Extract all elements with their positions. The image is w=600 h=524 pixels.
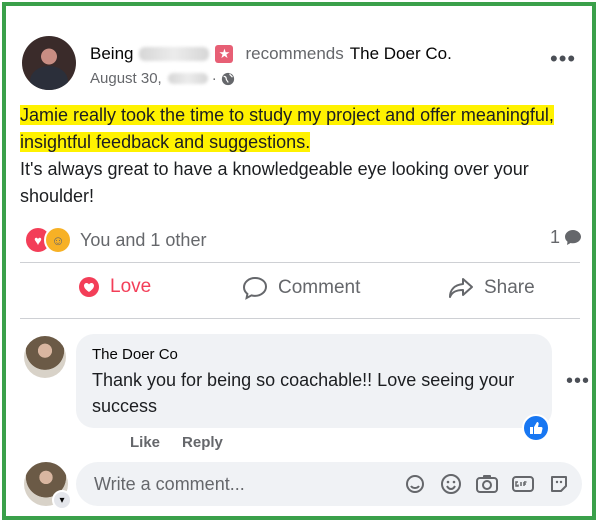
post-text-highlighted: Jamie really took the time to study my p… <box>20 105 554 152</box>
post-more-options-icon[interactable]: ••• <box>550 48 576 70</box>
post-card: Being ★ recommends The Doer Co. August 3… <box>2 2 596 520</box>
share-icon <box>449 278 473 298</box>
post-year-redacted <box>167 73 208 84</box>
reactions-summary[interactable]: ♥ ☺ You and 1 other <box>24 226 206 254</box>
comment-label: Comment <box>278 277 361 298</box>
divider-bottom <box>20 318 580 319</box>
comment-text: Thank you for being so coachable!! Love … <box>92 370 515 416</box>
composer-tools <box>402 471 572 497</box>
comment-icon <box>242 276 268 300</box>
comment-bubble-icon <box>565 230 582 245</box>
love-button[interactable]: Love <box>78 276 151 298</box>
recommendation-icon: ★ <box>215 45 234 63</box>
comment-reply-link[interactable]: Reply <box>182 434 223 451</box>
commenter-avatar[interactable] <box>24 336 66 378</box>
thumbs-up-icon <box>530 422 543 434</box>
comment-like-link[interactable]: Like <box>130 434 160 451</box>
comment-count-number: 1 <box>550 227 561 247</box>
post-body: Jamie really took the time to study my p… <box>20 102 560 210</box>
care-reaction-icon: ☺ <box>44 226 72 254</box>
camera-icon[interactable] <box>474 471 500 497</box>
author-avatar[interactable] <box>22 36 76 90</box>
comment-composer <box>76 462 582 506</box>
emoji-icon[interactable] <box>438 471 464 497</box>
comment-count[interactable]: 1 <box>550 227 582 248</box>
like-reaction-icon[interactable] <box>522 414 550 442</box>
avatar-sticker-icon[interactable] <box>402 471 428 497</box>
gif-icon[interactable] <box>510 471 536 497</box>
chevron-down-icon[interactable]: ▾ <box>52 490 72 510</box>
comment-button[interactable]: Comment <box>242 276 360 300</box>
post-date-line: August 30, · <box>90 70 235 87</box>
dot-separator: · <box>211 70 217 87</box>
reactions-text: You and 1 other <box>80 229 207 250</box>
author-line: Being ★ recommends The Doer Co. <box>90 44 452 64</box>
comment-author[interactable]: The Doer Co <box>92 346 178 363</box>
comment-input[interactable] <box>92 472 386 496</box>
author-name-redacted <box>139 47 210 61</box>
author-name[interactable]: Being <box>90 44 133 64</box>
globe-icon <box>221 72 234 85</box>
page-name[interactable]: The Doer Co. <box>350 44 452 64</box>
post-text: It's always great to have a knowledgeabl… <box>20 159 529 206</box>
comment-more-options-icon[interactable]: ••• <box>566 370 590 393</box>
love-label: Love <box>110 276 152 297</box>
share-button[interactable]: Share <box>448 276 535 300</box>
recommends-label: recommends <box>245 44 344 63</box>
share-label: Share <box>484 277 535 298</box>
comment-actions: Like Reply <box>130 434 223 451</box>
heart-icon <box>79 277 99 297</box>
divider-top <box>20 262 580 263</box>
post-date[interactable]: August 30, <box>90 70 162 87</box>
sticker-icon[interactable] <box>546 471 572 497</box>
